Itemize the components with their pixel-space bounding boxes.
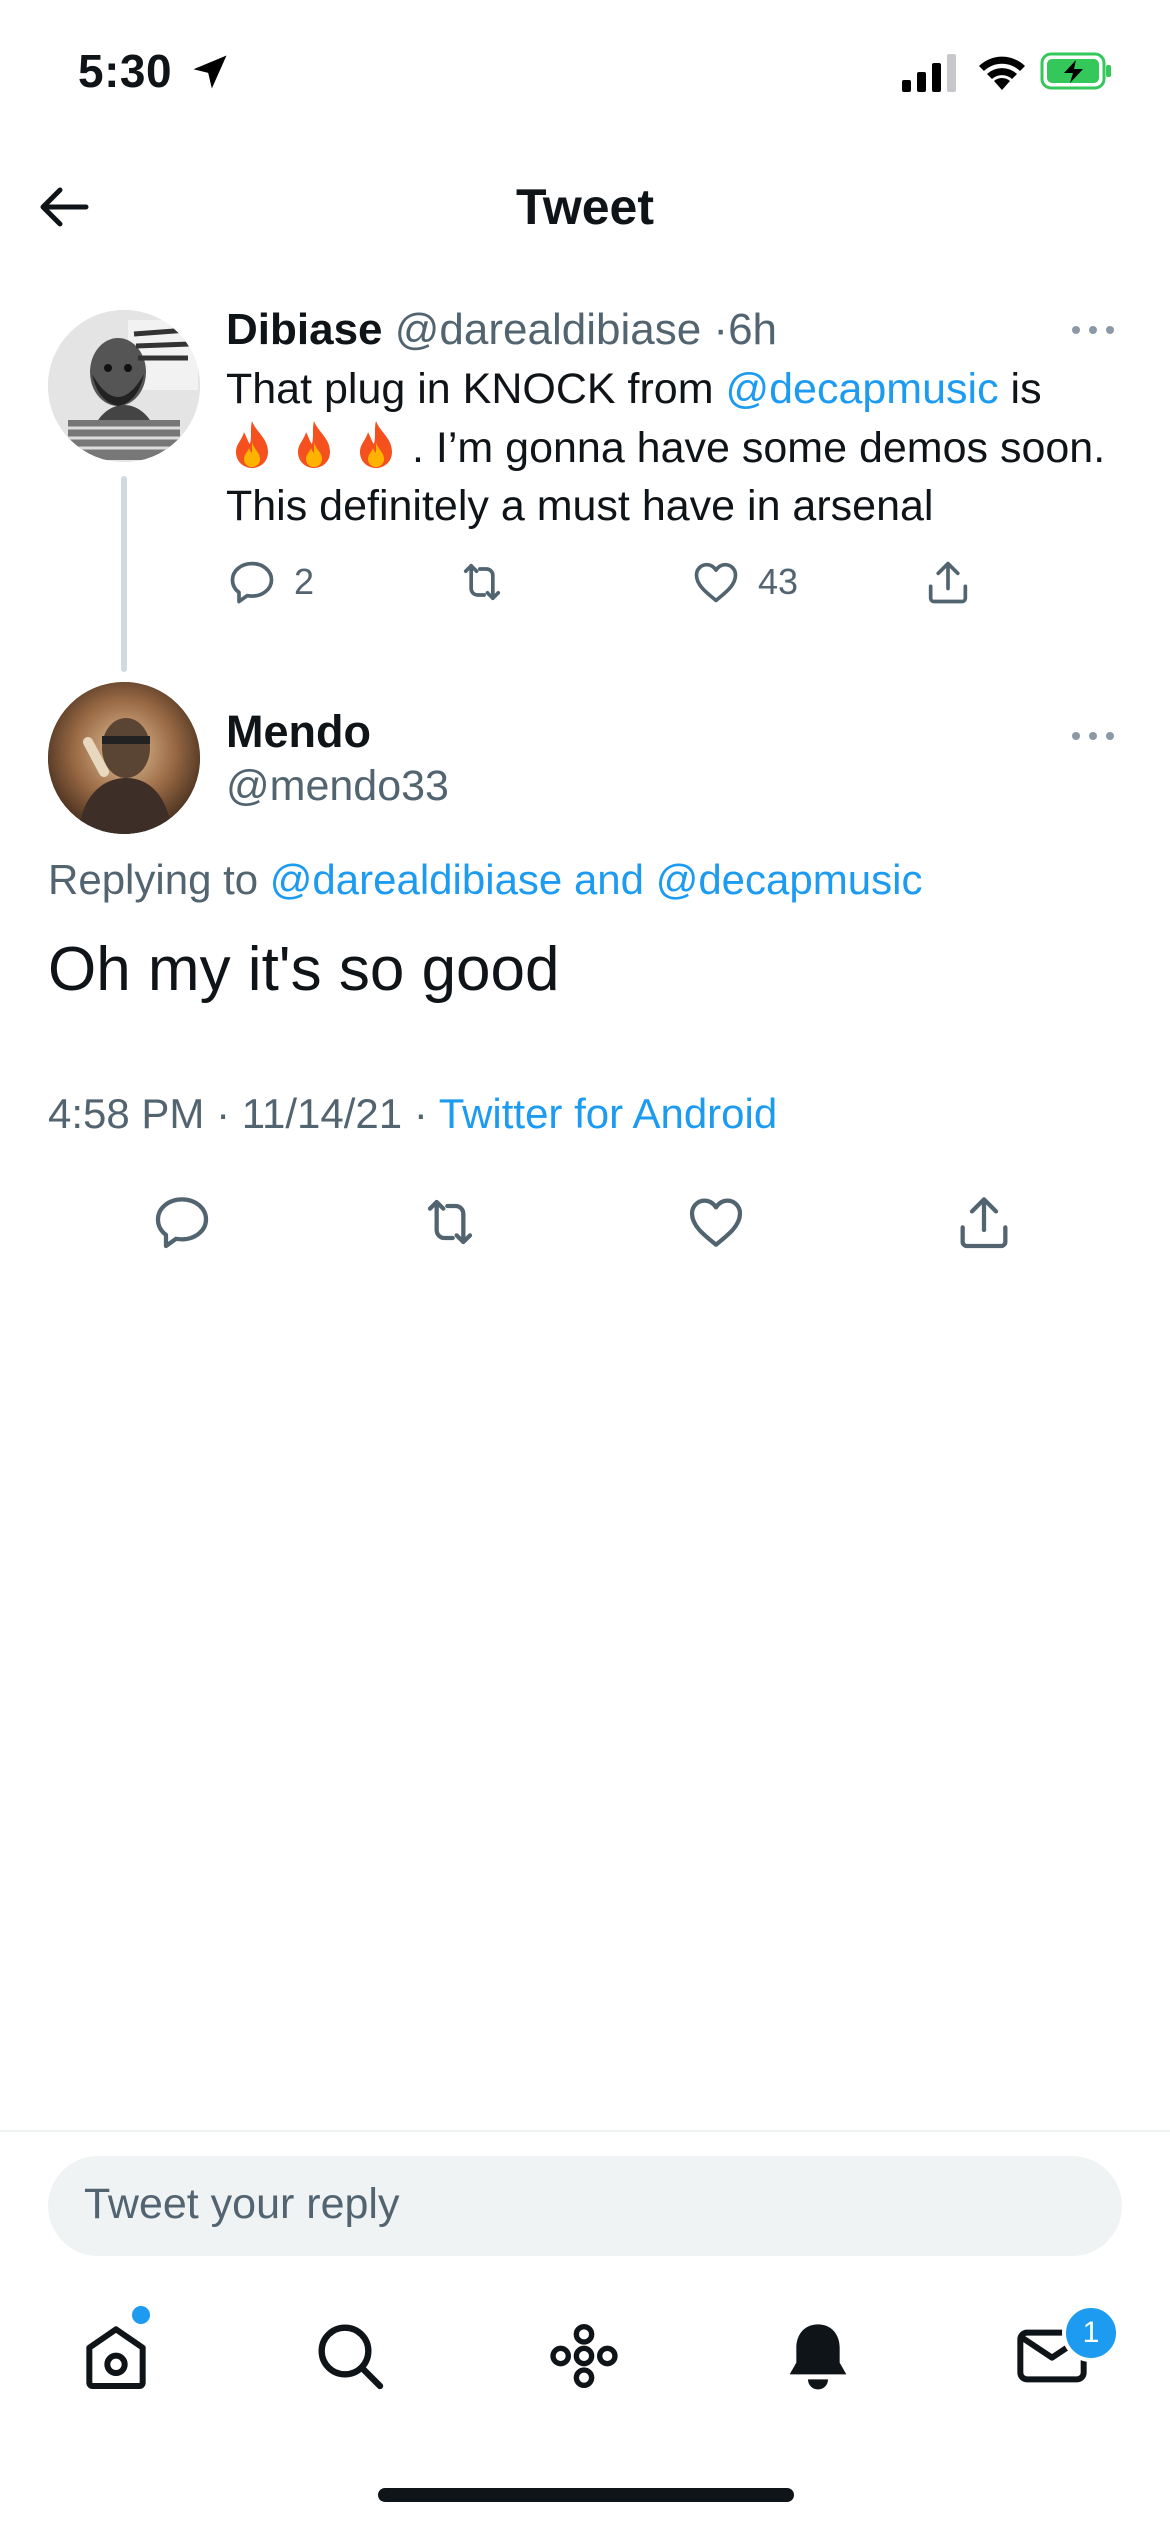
like-button[interactable] [684,1190,748,1254]
tweet-date: 11/14/21 [241,1090,403,1137]
tab-home[interactable] [76,2316,156,2396]
retweet-icon [463,563,501,601]
home-icon [86,2326,146,2389]
author-name[interactable]: Dibiase [226,305,383,354]
location-arrow-icon [193,55,227,89]
tweet-text: That plug in KNOCK from @decapmusic is .… [226,360,1126,535]
author-name[interactable]: Mendo [226,706,371,758]
replying-to-link[interactable]: @darealdibiase and @decapmusic [270,856,923,903]
wifi-icon [979,56,1025,90]
more-options-icon[interactable] [1068,310,1118,350]
separator: · [413,1090,428,1137]
reply-icon [230,561,274,604]
avatar[interactable] [48,682,200,834]
heart-icon [694,562,738,603]
battery-charging-icon [1040,52,1111,90]
tab-search[interactable] [310,2316,390,2396]
reply-placeholder: Tweet your reply [84,2180,400,2228]
reply-button[interactable] [150,1190,214,1254]
replying-prefix: Replying to [48,856,270,903]
fire-icon [360,421,392,468]
tab-notifications[interactable] [778,2316,858,2396]
share-icon [960,1197,1008,1249]
separator: · [713,305,729,354]
messages-badge: 1 [1062,2304,1120,2362]
unread-dot [132,2306,150,2324]
home-indicator [378,2488,794,2502]
parent-tweet-header: Dibiase @darealdibiase ·6h [226,300,777,360]
share-icon [928,561,968,604]
tweet-time: 6h [728,305,778,354]
tweet-text-start: That plug in KNOCK from [226,365,726,413]
avatar[interactable] [48,310,200,462]
share-button[interactable] [922,552,974,612]
page-title: Tweet [516,179,654,235]
fire-icon [298,421,330,468]
reply-count: 2 [294,561,315,602]
separator: · [216,1090,231,1137]
notifications-icon [789,2324,847,2390]
tweet-text-mid: is [998,365,1042,413]
replying-to: Replying to @darealdibiase and @decapmus… [48,856,922,904]
search-icon [318,2324,384,2390]
more-options-icon[interactable] [1068,716,1118,756]
share-button[interactable] [952,1190,1016,1254]
tweet-source[interactable]: Twitter for Android [439,1090,777,1137]
status-time: 5:30 [78,45,173,97]
thread-line [121,476,127,672]
spaces-icon [550,2324,618,2389]
retweet-icon [427,1199,473,1245]
heart-icon [689,1198,743,1247]
retweet-button[interactable] [456,552,524,612]
fire-icon [236,421,268,468]
reply-icon [155,1197,209,1249]
tab-spaces[interactable] [544,2316,624,2396]
tweet-time: 4:58 PM [48,1090,205,1137]
cellular-signal-icon [902,54,956,92]
mention-link[interactable]: @decapmusic [725,365,998,413]
retweet-button[interactable] [418,1190,482,1254]
like-button[interactable]: 43 [690,552,798,612]
tweet-meta: 4:58 PM · 11/14/21 · Twitter for Android [48,1090,777,1138]
tweet-text: Oh my it's so good [48,935,560,1004]
author-handle[interactable]: @mendo33 [226,762,449,811]
divider [0,2130,1170,2132]
like-count: 43 [758,561,799,602]
reply-button[interactable]: 2 [226,552,314,612]
author-handle[interactable]: @darealdibiase [395,305,701,354]
